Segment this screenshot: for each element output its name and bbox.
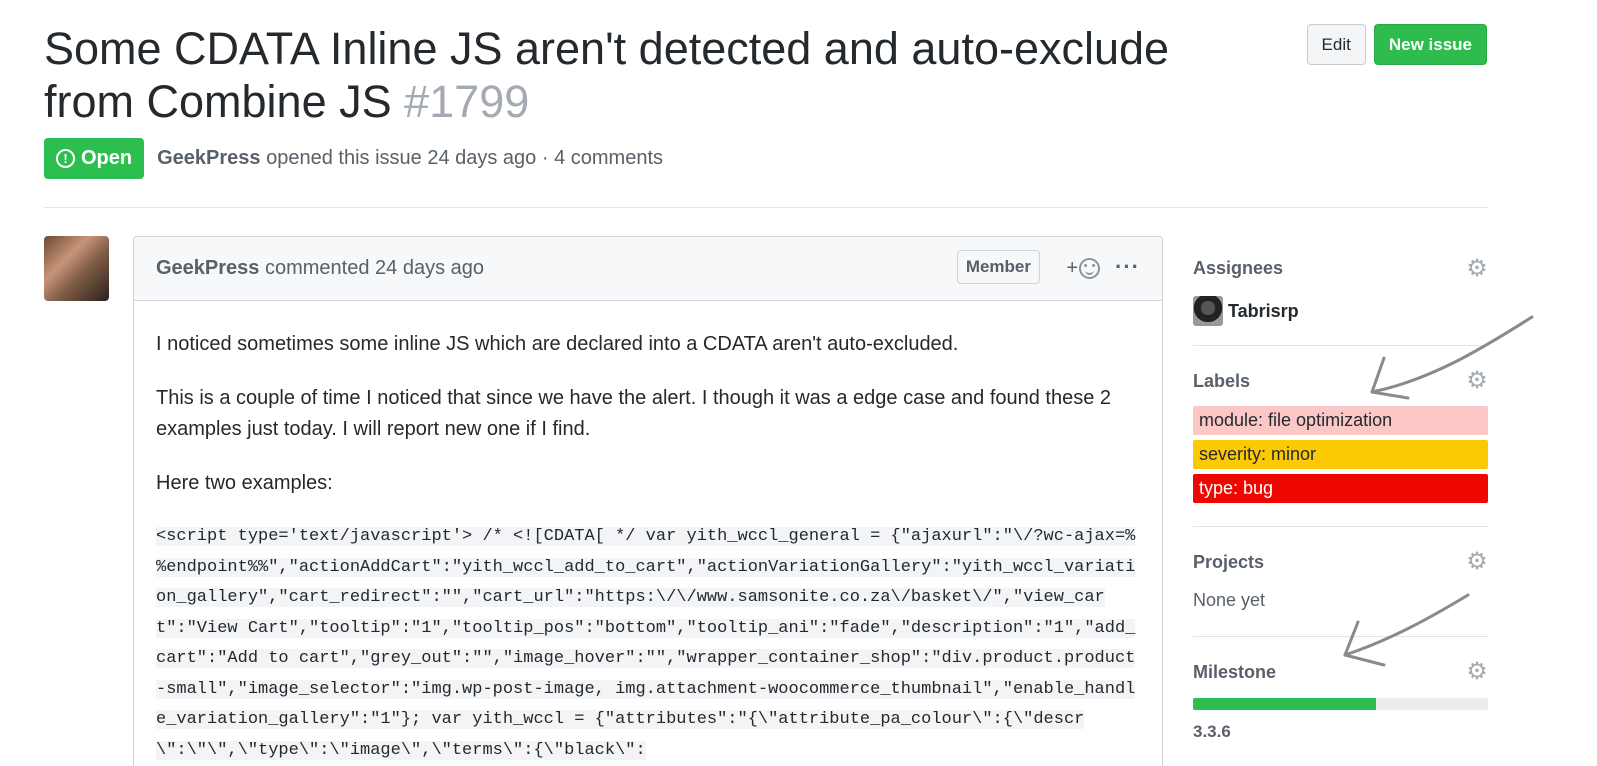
issue-meta-text: GeekPress opened this issue 24 days ago … xyxy=(157,147,663,170)
comment-timestamp[interactable]: commented 24 days ago xyxy=(265,257,484,279)
label-severity-minor[interactable]: severity: minor xyxy=(1193,440,1488,469)
avatar[interactable] xyxy=(44,236,109,301)
issue-meta-details: opened this issue 24 days ago · 4 commen… xyxy=(266,147,664,169)
header-divider xyxy=(44,207,1488,208)
plus-text: + xyxy=(1066,256,1078,279)
projects-heading: Projects xyxy=(1193,552,1265,572)
code-text: <script type='text/javascript'> /* <![CD… xyxy=(156,527,1136,760)
state-label: Open xyxy=(81,147,133,169)
milestone-heading: Milestone xyxy=(1193,662,1277,682)
assignees-section: Assignees ⚙ Tabrisrp xyxy=(1193,236,1488,346)
milestone-progress-bar xyxy=(1193,698,1488,710)
comment-author-link[interactable]: GeekPress xyxy=(156,257,259,279)
add-reaction-button[interactable]: + xyxy=(1066,254,1100,282)
issue-page: Some CDATA Inline JS aren't detected and… xyxy=(0,0,1597,766)
new-issue-button[interactable]: New issue xyxy=(1373,24,1487,65)
issue-opened-icon: ! xyxy=(56,149,75,168)
comment-author-line: GeekPress commented 24 days ago xyxy=(156,257,484,280)
labels-heading: Labels xyxy=(1193,371,1251,391)
comment-body: I noticed sometimes some inline JS which… xyxy=(134,301,1162,766)
smiley-icon xyxy=(1079,257,1100,279)
comment-header: GeekPress commented 24 days ago Member +… xyxy=(134,237,1162,301)
header-actions: Edit New issue xyxy=(1306,24,1487,65)
gear-icon[interactable]: ⚙ xyxy=(1466,369,1488,393)
comment-paragraph: This is a couple of time I noticed that … xyxy=(156,387,1112,440)
labels-section: Labels ⚙ module: file optimization sever… xyxy=(1193,346,1488,527)
edit-button[interactable]: Edit xyxy=(1306,24,1366,65)
label-type-bug[interactable]: type: bug xyxy=(1193,474,1488,503)
gear-icon[interactable]: ⚙ xyxy=(1466,660,1488,684)
state-badge: ! Open xyxy=(44,138,145,179)
label-file-optimization[interactable]: module: file optimization xyxy=(1193,406,1488,435)
issue-meta: ! Open GeekPress opened this issue 24 da… xyxy=(44,138,663,179)
gear-icon[interactable]: ⚙ xyxy=(1466,550,1488,574)
sidebar: Assignees ⚙ Tabrisrp Labels ⚙ module: fi… xyxy=(1193,236,1488,742)
comment-paragraph: Here two examples: xyxy=(156,472,333,494)
issue-title-text: Some CDATA Inline JS aren't detected and… xyxy=(44,23,1170,127)
issue-author-link[interactable]: GeekPress xyxy=(157,147,260,169)
gear-icon[interactable]: ⚙ xyxy=(1466,257,1488,281)
assignees-heading: Assignees xyxy=(1193,258,1284,278)
assignee-avatar xyxy=(1193,296,1223,326)
issue-title: Some CDATA Inline JS aren't detected and… xyxy=(44,22,1264,128)
code-snippet: <script type='text/javascript'> /* <![CD… xyxy=(156,522,1140,766)
comment: GeekPress commented 24 days ago Member +… xyxy=(133,236,1163,766)
projects-value: None yet xyxy=(1193,590,1266,610)
assignee-name: Tabrisrp xyxy=(1228,300,1299,321)
issue-number: #1799 xyxy=(404,76,530,127)
milestone-link[interactable]: 3.3.6 xyxy=(1193,722,1488,742)
milestone-section: Milestone ⚙ 3.3.6 xyxy=(1193,637,1488,742)
kebab-icon[interactable]: ··· xyxy=(1115,254,1140,280)
milestone-progress-fill xyxy=(1193,698,1376,710)
assignee[interactable]: Tabrisrp xyxy=(1193,296,1488,326)
projects-section: Projects ⚙ None yet xyxy=(1193,527,1488,637)
comment-paragraph: I noticed sometimes some inline JS which… xyxy=(156,333,959,355)
member-badge: Member xyxy=(956,250,1040,284)
